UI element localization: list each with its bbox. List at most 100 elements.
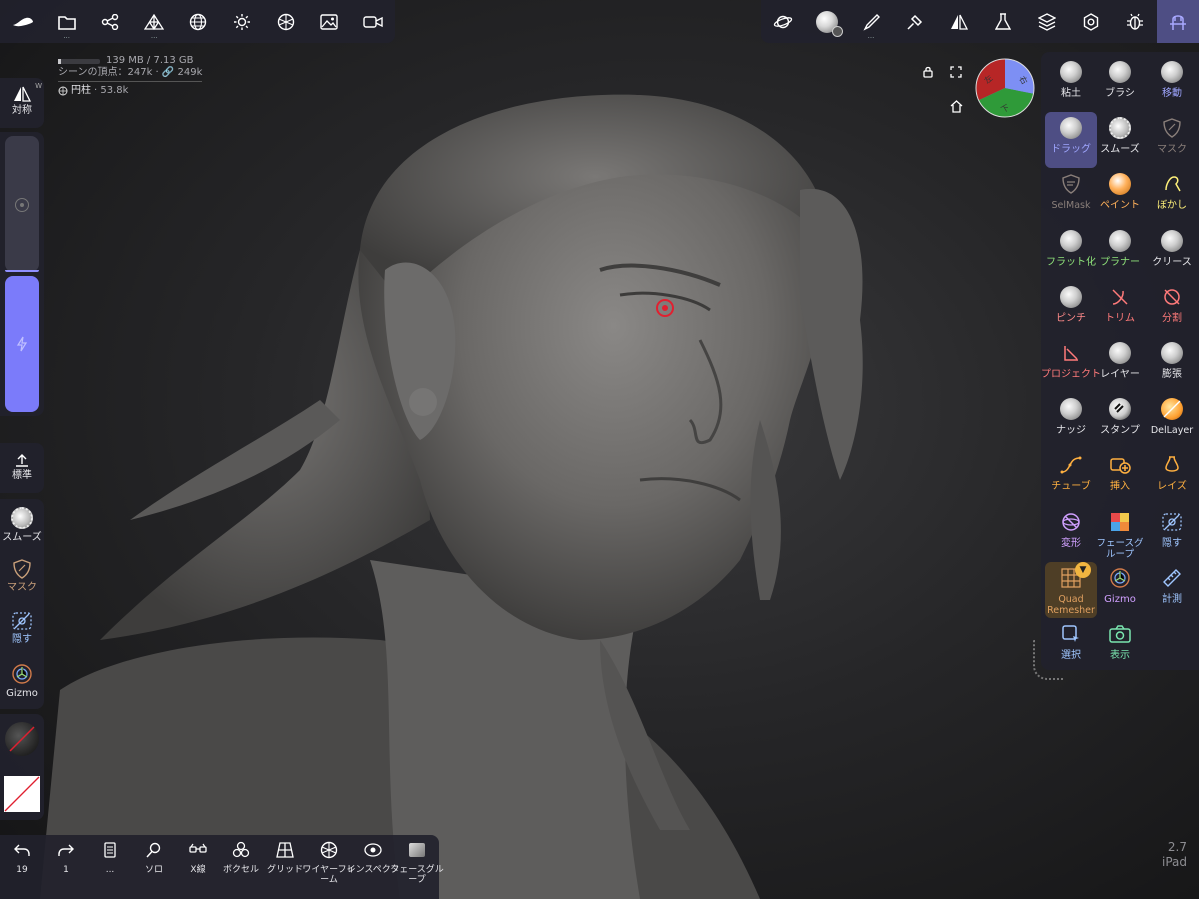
intensity-slider[interactable] bbox=[5, 276, 39, 412]
smooth-icon bbox=[1109, 116, 1131, 140]
tool-button-25[interactable]: フェースグループ bbox=[1094, 506, 1146, 562]
quick-mask-button[interactable]: マスク bbox=[0, 559, 44, 593]
tool-label: 膨張 bbox=[1162, 369, 1182, 380]
settings-icon[interactable] bbox=[1069, 0, 1113, 44]
symmetry-button[interactable]: 対称 bbox=[0, 86, 44, 116]
quick-smooth-button[interactable]: スムーズ bbox=[0, 507, 44, 543]
sphere-icon bbox=[1060, 60, 1082, 84]
sphere-icon bbox=[1109, 341, 1131, 365]
image-icon[interactable] bbox=[307, 0, 351, 44]
tool-button-21[interactable]: チューブ bbox=[1045, 449, 1097, 505]
history-icon bbox=[103, 841, 117, 859]
bug-icon[interactable] bbox=[1113, 0, 1157, 44]
tool-button-24[interactable]: 変形 bbox=[1045, 506, 1097, 562]
quick-gizmo-button[interactable]: Gizmo bbox=[0, 663, 44, 699]
hammer-icon[interactable] bbox=[893, 0, 937, 44]
orientation-cube[interactable]: 左 右 下 bbox=[975, 58, 1035, 118]
device-label: iPad bbox=[1161, 855, 1187, 869]
tool-button-23[interactable]: レイズ bbox=[1146, 449, 1198, 505]
topology-icon[interactable]: ... bbox=[132, 0, 176, 44]
top-left-toolbar: ... ... bbox=[0, 0, 395, 43]
bottom-button-facegroup-bottom[interactable]: フェースグループ bbox=[390, 835, 444, 899]
planet-icon[interactable] bbox=[761, 0, 805, 44]
layers-icon[interactable] bbox=[1025, 0, 1069, 44]
project-icon bbox=[1061, 341, 1081, 365]
nomad-logo-icon[interactable] bbox=[1, 0, 45, 44]
quick-gizmo-label: Gizmo bbox=[6, 688, 38, 699]
tool-button-26[interactable]: 隠す bbox=[1146, 506, 1198, 562]
tool-button-14[interactable]: 分割 bbox=[1146, 281, 1198, 337]
tool-button-18[interactable]: ナッジ bbox=[1045, 393, 1097, 449]
memory-text: 139 MB / 7.13 GB bbox=[106, 55, 194, 66]
gizmo-icon bbox=[1109, 566, 1131, 590]
tool-button-10[interactable]: プラナー bbox=[1094, 225, 1146, 281]
quick-hide-button[interactable]: 隠す bbox=[0, 611, 44, 645]
sphere-icon bbox=[1109, 229, 1131, 253]
version-number: 2.7 bbox=[1167, 840, 1187, 854]
tool-button-31[interactable]: 表示 bbox=[1094, 618, 1146, 674]
tool-button-3[interactable]: ドラッグ bbox=[1045, 112, 1097, 169]
sphere-icon bbox=[1060, 285, 1082, 309]
camera-icon bbox=[1109, 622, 1131, 646]
scene-graph-icon[interactable] bbox=[89, 0, 133, 44]
material-sphere-icon[interactable] bbox=[805, 0, 849, 44]
material-icon[interactable] bbox=[264, 0, 308, 44]
brush-icon[interactable]: ... bbox=[849, 0, 893, 44]
light-icon[interactable] bbox=[220, 0, 264, 44]
matcap-swatch[interactable] bbox=[5, 722, 39, 756]
tool-button-7[interactable]: ペイント bbox=[1094, 168, 1146, 224]
standard-button[interactable]: 標準 bbox=[0, 453, 44, 481]
tool-label: プラナー bbox=[1100, 256, 1140, 268]
flask-icon[interactable] bbox=[981, 0, 1025, 44]
tool-label: Quad Remesher bbox=[1047, 593, 1095, 616]
tool-button-19[interactable]: スタンプ bbox=[1094, 393, 1146, 449]
stats-overlay: 139 MB / 7.13 GB シーンの頂点：247k · 🔗 249k 円柱… bbox=[58, 55, 203, 97]
tool-button-29[interactable]: 計測 bbox=[1146, 562, 1198, 618]
wireframe-sphere-icon[interactable] bbox=[176, 0, 220, 44]
object-name[interactable]: 円柱 bbox=[71, 85, 91, 97]
lathe-icon bbox=[1163, 453, 1181, 477]
video-icon[interactable] bbox=[351, 0, 395, 44]
tool-button-22[interactable]: 挿入 bbox=[1094, 449, 1146, 505]
folder-icon[interactable]: ... bbox=[45, 0, 89, 44]
select-icon bbox=[1061, 622, 1081, 646]
tool-button-28[interactable]: Gizmo bbox=[1094, 562, 1146, 618]
hide-icon bbox=[12, 612, 32, 630]
tool-button-0[interactable]: 粘土 bbox=[1045, 56, 1097, 112]
bottom-toolbar: 19 1... ソロ X線 ボクセル グリッド ワイヤーフレーム インスペクタ フェースグループ bbox=[0, 835, 444, 899]
tool-button-13[interactable]: トリム bbox=[1094, 281, 1146, 337]
tool-label: 選択 bbox=[1061, 650, 1081, 661]
3d-viewport[interactable] bbox=[0, 0, 1199, 899]
tool-button-6[interactable]: SelMask bbox=[1045, 168, 1097, 224]
lock-icon[interactable] bbox=[918, 62, 938, 82]
tool-button-2[interactable]: 移動 bbox=[1146, 56, 1198, 112]
tool-button-11[interactable]: クリース bbox=[1146, 225, 1198, 281]
tool-label: 挿入 bbox=[1110, 481, 1130, 493]
radius-slider[interactable] bbox=[5, 136, 39, 272]
tool-button-9[interactable]: フラット化 bbox=[1045, 225, 1097, 281]
home-icon[interactable] bbox=[946, 96, 966, 116]
tool-button-17[interactable]: 膨張 bbox=[1146, 337, 1198, 393]
symmetry-icon[interactable] bbox=[937, 0, 981, 44]
fullscreen-icon[interactable] bbox=[946, 62, 966, 82]
tool-button-5[interactable]: マスク bbox=[1146, 112, 1198, 168]
tool-button-8[interactable]: ぼかし bbox=[1146, 168, 1198, 224]
tool-label: ピンチ bbox=[1056, 312, 1086, 324]
tool-button-12[interactable]: ピンチ bbox=[1045, 281, 1097, 337]
undo-icon bbox=[14, 841, 30, 859]
tool-button-27[interactable]: ▼ Quad Remesher bbox=[1045, 561, 1097, 618]
tools-menu-icon[interactable] bbox=[1157, 0, 1199, 43]
brush-cursor bbox=[656, 299, 674, 317]
tool-button-16[interactable]: レイヤー bbox=[1094, 337, 1146, 393]
left-stroke-panel: 標準 bbox=[0, 443, 44, 493]
transform-icon bbox=[1060, 510, 1082, 534]
hide-icon bbox=[1161, 510, 1183, 534]
tool-button-1[interactable]: ブラシ bbox=[1094, 56, 1146, 112]
tool-button-4[interactable]: スムーズ bbox=[1094, 112, 1146, 168]
panel-resize-handle[interactable] bbox=[1033, 640, 1063, 680]
tool-button-20[interactable]: DelLayer bbox=[1146, 393, 1198, 449]
dellayer-icon bbox=[1161, 397, 1183, 421]
color-swatch[interactable] bbox=[4, 776, 40, 812]
tool-button-15[interactable]: プロジェクト bbox=[1041, 337, 1101, 393]
tool-label: チューブ bbox=[1051, 481, 1091, 493]
